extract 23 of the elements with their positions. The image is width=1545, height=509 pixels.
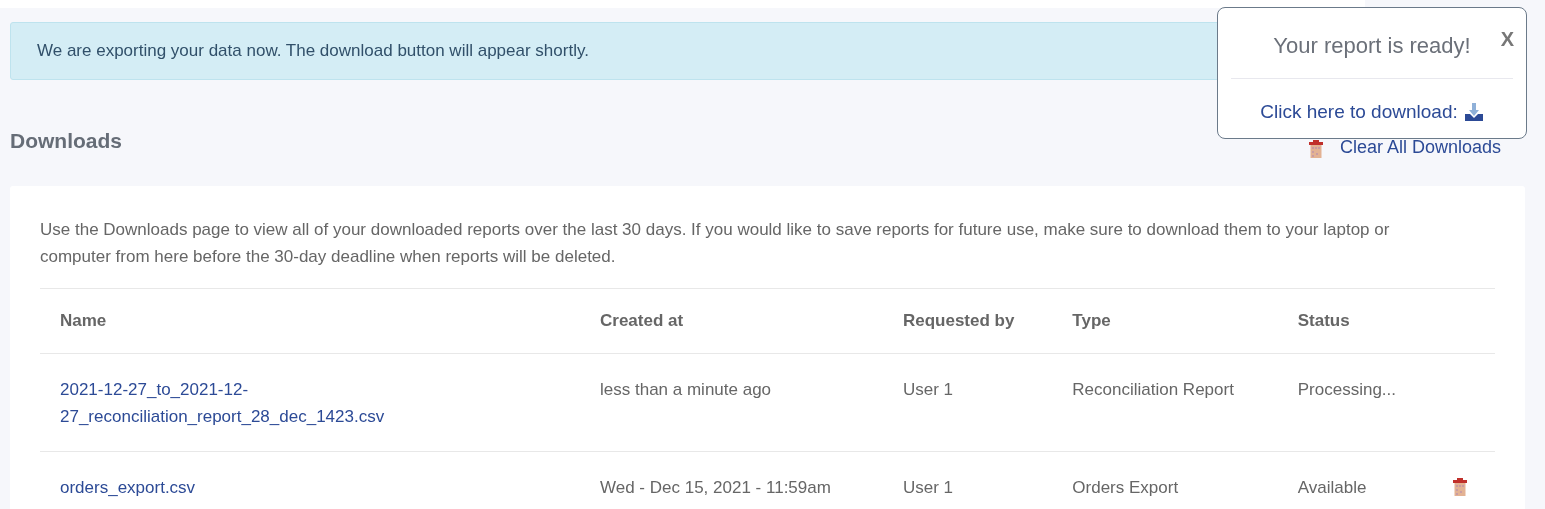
table-cell: Wed - Dec 15, 2021 - 11:59am [580,451,883,509]
table-cell: less than a minute ago [580,353,883,452]
trash-icon[interactable] [1307,138,1324,159]
column-header: Name [40,288,580,354]
table-cell: Available [1277,451,1433,509]
table-cell: Reconciliation Report [1052,353,1278,452]
column-header: Requested by [882,288,1053,354]
close-button[interactable]: X [1500,28,1514,51]
description-text: Use the Downloads page to view all of your downloaded reports over the last 30 days. If you would like to save reports for future use, make sure to download them to your laptop or computer from here before the 30-day deadline when reports will be deleted. [40,219,1391,268]
table-cell: Orders Export [1052,451,1278,509]
table-cell: User 1 [882,353,1053,452]
download-link[interactable]: Click here to download: [1231,101,1513,123]
table-cell: User 1 [882,451,1053,509]
file-link[interactable]: orders_export.csv [60,474,560,501]
file-link[interactable]: 2021-12-27_to_2021-12-27_reconciliation_report_28_dec_1423.csv [60,376,560,430]
clear-all-link[interactable]: Clear All Downloads [1307,135,1501,159]
column-header: Status [1277,288,1433,354]
column-header: Created at [580,288,883,354]
delete-icon[interactable] [1452,477,1469,497]
page-heading: Downloads [10,129,122,153]
download-icon [1463,102,1484,122]
table-cell: Processing... [1277,353,1433,452]
column-header: Type [1052,288,1278,354]
